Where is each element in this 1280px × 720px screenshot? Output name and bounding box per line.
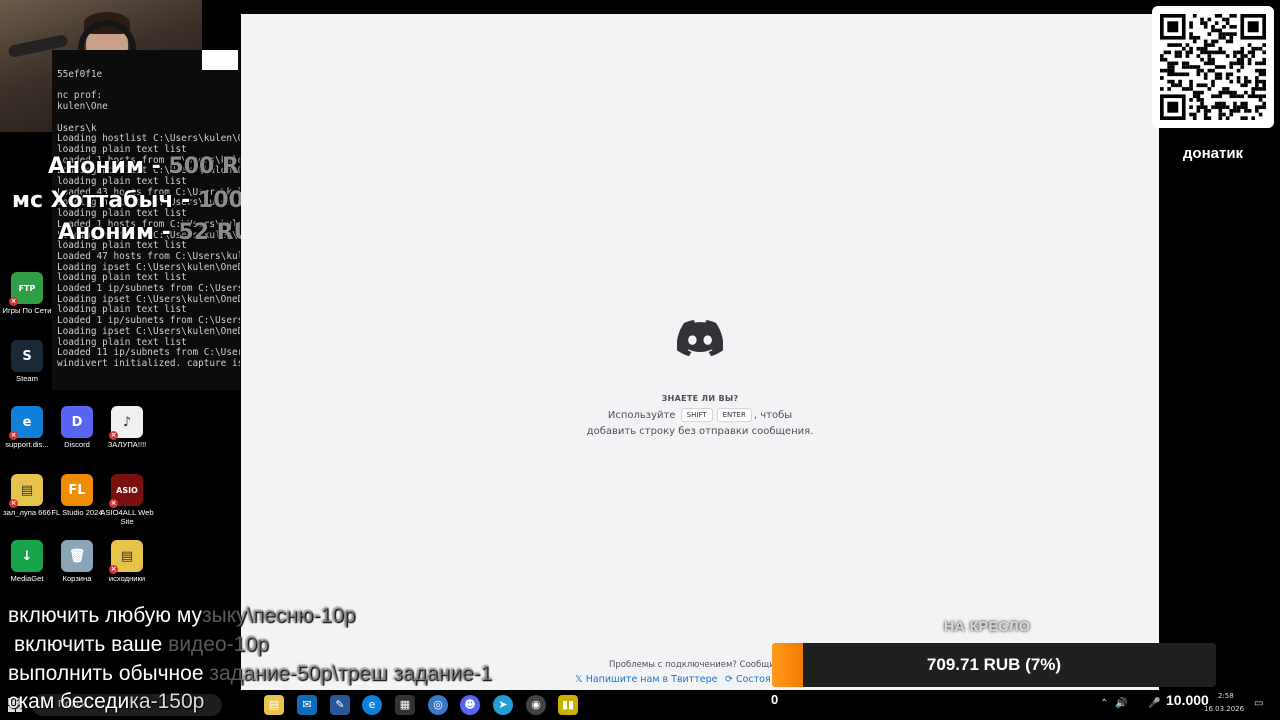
app-icon[interactable]: ▮▮ [558, 695, 578, 715]
menu-line: включить ваше видео-10р [14, 633, 269, 656]
mic-tray-icon[interactable]: 🎤 [1148, 698, 1160, 709]
desktop-app-icon: e × [9, 406, 43, 440]
error-badge-icon: × [109, 499, 118, 508]
desktop-icon-label: ЗАЛУПА!!!! [107, 440, 147, 449]
desktop-icon-label: FL Studio 2024 [51, 508, 103, 517]
tip-line-1: Используйте SHIFT ENTER, чтобы [241, 408, 1159, 422]
desktop-icon[interactable]: e × support.dis... [0, 406, 54, 449]
menu-line: включить любую музыку\песню-10р [8, 604, 356, 627]
desktop-icon[interactable]: FTP × Игры По Сети [0, 272, 54, 315]
tray-chevron-icon[interactable]: ⌃ [1100, 698, 1108, 709]
file-explorer-icon[interactable]: ▤ [264, 695, 284, 715]
desktop-icon-label: Корзина [62, 574, 92, 583]
screen: 55ef0f1e nc prof: kulen\One Users\k Load… [0, 0, 1280, 720]
desktop-icon-label: MediaGet [10, 574, 44, 583]
desktop-icon-label: support.dis... [5, 440, 49, 449]
tip-line-2: добавить строку без отправки сообщения. [586, 426, 814, 437]
desktop-icon-label: ASIO4ALL Web Site [100, 508, 154, 526]
qr-caption: донатик [1182, 145, 1244, 162]
telegram-icon[interactable]: ➤ [493, 695, 513, 715]
clock-date[interactable]: 16.03.2026 [1204, 705, 1244, 713]
outlook-icon[interactable]: ✉ [297, 695, 317, 715]
desktop-icon[interactable]: ▤ × исходники [100, 540, 154, 583]
clock-time[interactable]: 2:58 [1218, 692, 1234, 700]
desktop-icon[interactable]: 🗑 Корзина [50, 540, 104, 583]
status-icon: ⟳ [725, 674, 736, 685]
notification-icon[interactable]: ▭ [1254, 698, 1263, 709]
error-badge-icon: × [109, 565, 118, 574]
goal-amount: 709.71 RUB (7%) [926, 655, 1062, 674]
desktop-icon-label: Discord [64, 440, 90, 449]
tip-prefix: Используйте [607, 410, 676, 421]
discord-window[interactable]: ЗНАЕТЕ ЛИ ВЫ? Используйте SHIFT ENTER, чт… [241, 14, 1159, 690]
vpn-icon[interactable]: ◎ [428, 695, 448, 715]
notes-icon[interactable]: ✎ [330, 695, 350, 715]
tip-suffix: , чтобы [753, 410, 793, 421]
desktop-app-icon: S [11, 340, 43, 372]
twitter-icon: 𝕏 [575, 674, 586, 685]
desktop-app-icon: ♪ × [109, 406, 143, 440]
donor-line: Аноним - 52 RUB [58, 220, 269, 245]
qr-code-icon [1160, 14, 1266, 120]
donation-qr-code [1152, 6, 1274, 128]
error-badge-icon: × [9, 297, 18, 306]
volume-icon[interactable]: 🔊 [1115, 698, 1127, 709]
obs-icon[interactable]: ◉ [526, 695, 546, 715]
connection-problem-text: Проблемы с подключением? Сообщите [609, 660, 785, 670]
goal-progress-bar: 709.71 RUB (7%) [772, 643, 1216, 687]
goal-title: НА КРЕСЛО [944, 618, 1031, 634]
error-badge-icon: × [9, 431, 18, 440]
shift-key: SHIFT [680, 408, 713, 422]
desktop-icon-label: Steam [16, 374, 38, 383]
enter-key: ENTER [716, 408, 752, 422]
desktop-icon-label: зал_лупа 666 [3, 508, 51, 517]
discord-logo-icon [677, 320, 723, 356]
desktop-app-icon: 🗑 [61, 540, 93, 572]
desktop-app-icon: ↓ [11, 540, 43, 572]
desktop-icon[interactable]: ♪ × ЗАЛУПА!!!! [100, 406, 154, 449]
donor-line: Аноним - 500 RUB [48, 154, 274, 179]
desktop-icon[interactable]: S Steam [0, 340, 54, 383]
desktop-icon[interactable]: D Discord [50, 406, 104, 449]
desktop-icon[interactable]: ▤ × зал_лупа 666 [0, 474, 54, 517]
desktop-app-icon: ▤ × [9, 474, 43, 508]
twitter-link[interactable]: 𝕏 Напишите нам в Твиттере [575, 674, 718, 685]
desktop-icon[interactable]: ↓ MediaGet [0, 540, 54, 583]
desktop-icon[interactable]: ASIO × ASIO4ALL Web Site [100, 474, 154, 526]
edge-icon[interactable]: e [362, 695, 382, 715]
overlay-counter: 0 [771, 692, 779, 707]
store-icon[interactable]: ▦ [395, 695, 415, 715]
menu-line: скам беседика-150р [8, 690, 205, 713]
desktop-app-icon: FL [61, 474, 93, 506]
desktop-app-icon: ASIO × [109, 474, 143, 508]
desktop-icon-label: Игры По Сети [2, 306, 52, 315]
desktop-app-icon: D [61, 406, 93, 438]
tip-title: ЗНАЕТЕ ЛИ ВЫ? [661, 394, 739, 403]
terminal-titlebar[interactable] [202, 50, 238, 70]
desktop-app-icon: FTP × [9, 272, 43, 306]
error-badge-icon: × [9, 499, 18, 508]
desktop-icon-label: исходники [108, 574, 146, 583]
overlay-big-number: 10.000 [1166, 692, 1209, 708]
discord-taskbar-icon[interactable]: ☻ [460, 695, 480, 715]
menu-line: выполнить обычное задание-50р\треш задан… [8, 662, 493, 685]
desktop-app-icon: ▤ × [109, 540, 143, 574]
desktop-icon[interactable]: FL FL Studio 2024 [50, 474, 104, 517]
status-link[interactable]: ⟳ Состоя [725, 674, 771, 685]
error-badge-icon: × [109, 431, 118, 440]
